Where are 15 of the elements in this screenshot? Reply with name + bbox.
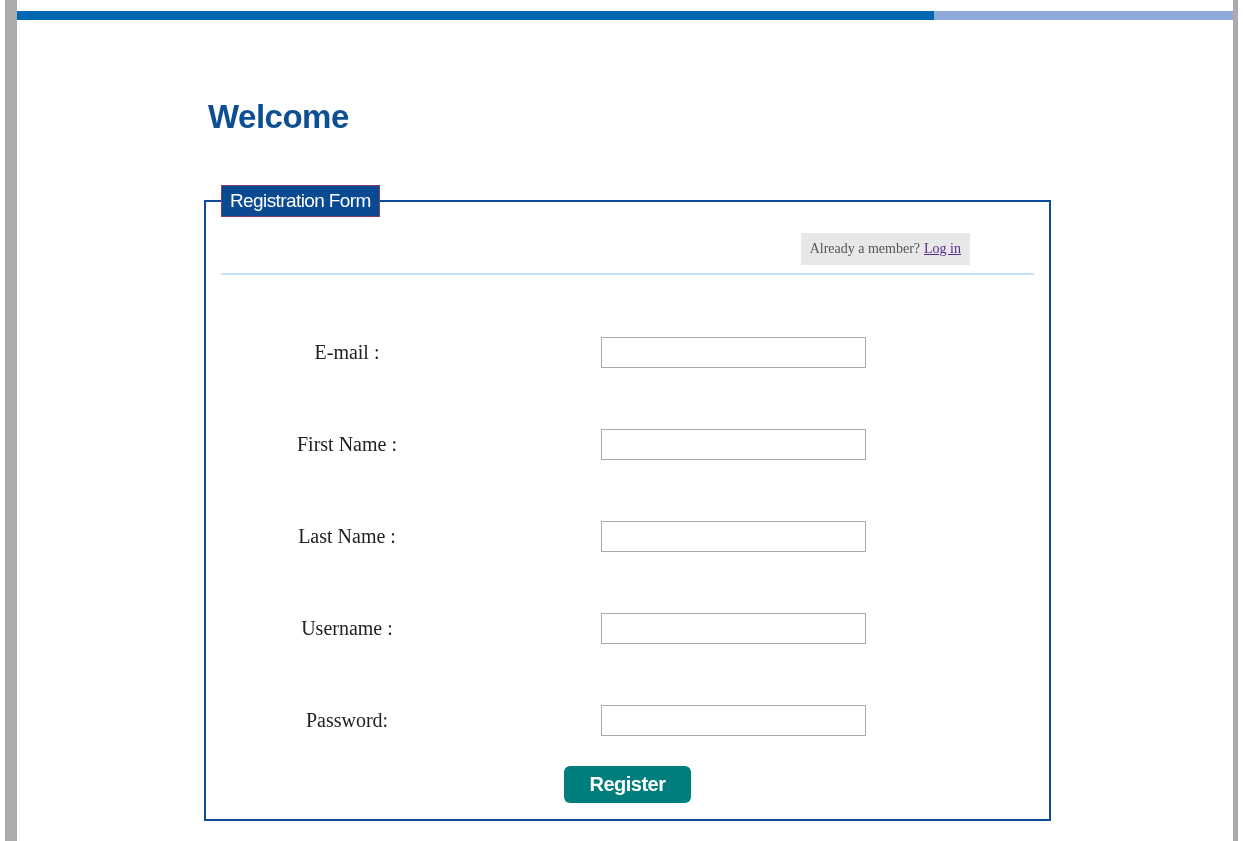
- login-prompt: Already a member?: [809, 241, 921, 257]
- register-button[interactable]: Register: [564, 766, 691, 803]
- input-field[interactable]: [601, 520, 866, 552]
- input-field[interactable]: [601, 704, 866, 736]
- input-field[interactable]: [601, 612, 866, 644]
- field-label: Last Name :: [297, 524, 397, 548]
- login-link[interactable]: Log in: [924, 241, 961, 257]
- field-label: Password:: [304, 708, 390, 732]
- input-field[interactable]: [601, 428, 866, 460]
- input-field[interactable]: [601, 336, 866, 368]
- page-heading: Welcome: [208, 97, 350, 137]
- field-label: First Name :: [296, 432, 398, 456]
- form-legend: Registration Form: [221, 185, 380, 217]
- field-label: Username :: [300, 616, 394, 640]
- field-label: E-mail :: [313, 340, 381, 364]
